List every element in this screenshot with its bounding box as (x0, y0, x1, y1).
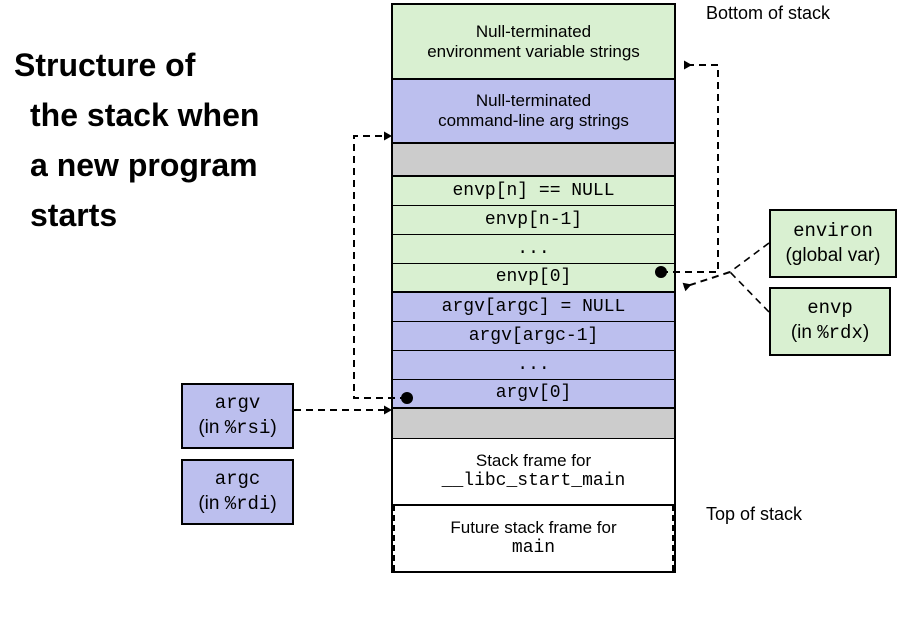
stack-row-envp-n: envp[n] == NULL (393, 177, 674, 206)
envp-detail-prefix: (in (790, 322, 818, 343)
stack-row-gap-upper (393, 144, 674, 177)
envp-name: envp (807, 297, 853, 320)
legend-box-argc: argc (in %rdi) (181, 459, 294, 525)
page-title: Structure of the stack when a new progra… (14, 40, 354, 240)
frame-main-line-1: Future stack frame for (450, 518, 617, 538)
argv-0-text: argv[0] (495, 383, 572, 404)
argc-name: argc (214, 467, 261, 490)
stack-row-argv-ellipsis: ... (393, 351, 674, 380)
argc-detail-suffix: ) (270, 492, 277, 514)
title-line-3: a new program (30, 147, 258, 183)
legend-box-environ: environ (global var) (769, 209, 897, 278)
cmd-strings-line-2: command-line arg strings (438, 111, 629, 130)
environ-detail: (global var) (785, 244, 881, 266)
envp-n-text: envp[n] == NULL (452, 180, 615, 201)
env-strings-line-2: environment variable strings (427, 41, 640, 61)
wire-legend-to-envp0 (682, 242, 770, 313)
stack-row-cmd-strings: Null-terminated command-line arg strings (393, 80, 674, 144)
envp-0-text: envp[0] (495, 267, 572, 288)
title-line-4: starts (30, 197, 118, 233)
envp-detail-suffix: ) (862, 322, 870, 343)
argv-name: argv (214, 391, 261, 414)
argv-argc-text: argv[argc] = NULL (441, 296, 626, 317)
envp-register: %rdx (817, 322, 863, 344)
frame-libc-line-1: Stack frame for (475, 451, 592, 471)
argv-detail: (in %rsi) (198, 416, 276, 441)
argc-register: %rdi (224, 492, 271, 515)
stack-row-gap-lower (393, 409, 674, 439)
frame-libc-line-2: __libc_start_main (441, 470, 626, 491)
stack-row-argv-argc-1: argv[argc-1] (393, 322, 674, 351)
stack-row-envp-ellipsis: ... (393, 235, 674, 264)
cmd-strings-line-1: Null-terminated (475, 91, 592, 111)
envp-n-1-text: envp[n-1] (484, 209, 583, 230)
stack-row-argv-argc: argv[argc] = NULL (393, 293, 674, 322)
frame-main-line-2: main (511, 537, 556, 558)
stack-row-envp-0: envp[0] (393, 264, 674, 293)
label-top-of-stack: Top of stack (706, 504, 803, 524)
legend-box-envp: envp (in %rdx) (769, 287, 891, 356)
envp-detail: (in %rdx) (791, 321, 869, 346)
argc-detail-prefix: (in (198, 492, 225, 514)
argv-detail-prefix: (in (198, 416, 225, 438)
argc-detail: (in %rdi) (198, 492, 276, 517)
legend-box-argv: argv (in %rsi) (181, 383, 294, 449)
stack-row-frame-main: Future stack frame for main (393, 505, 674, 571)
env-strings-line-1: Null-terminated (475, 21, 592, 41)
title-line-1: Structure of (14, 47, 196, 83)
argv-detail-suffix: ) (270, 416, 277, 438)
stack-row-argv-0: argv[0] (393, 380, 674, 409)
stack-diagram: Null-terminated environment variable str… (391, 3, 676, 573)
stack-row-envp-n-1: envp[n-1] (393, 206, 674, 235)
argv-ellipsis-text: ... (517, 354, 550, 375)
argv-argc-1-text: argv[argc-1] (468, 325, 599, 346)
argv-register: %rsi (224, 416, 271, 439)
envp-ellipsis-text: ... (517, 238, 550, 259)
environ-name: environ (793, 219, 873, 242)
stack-row-frame-libc: Stack frame for __libc_start_main (393, 439, 674, 505)
stack-row-env-strings: Null-terminated environment variable str… (393, 5, 674, 80)
title-line-2: the stack when (30, 97, 260, 133)
label-bottom-of-stack: Bottom of stack (706, 3, 831, 23)
slide-canvas: Structure of the stack when a new progra… (0, 0, 912, 622)
